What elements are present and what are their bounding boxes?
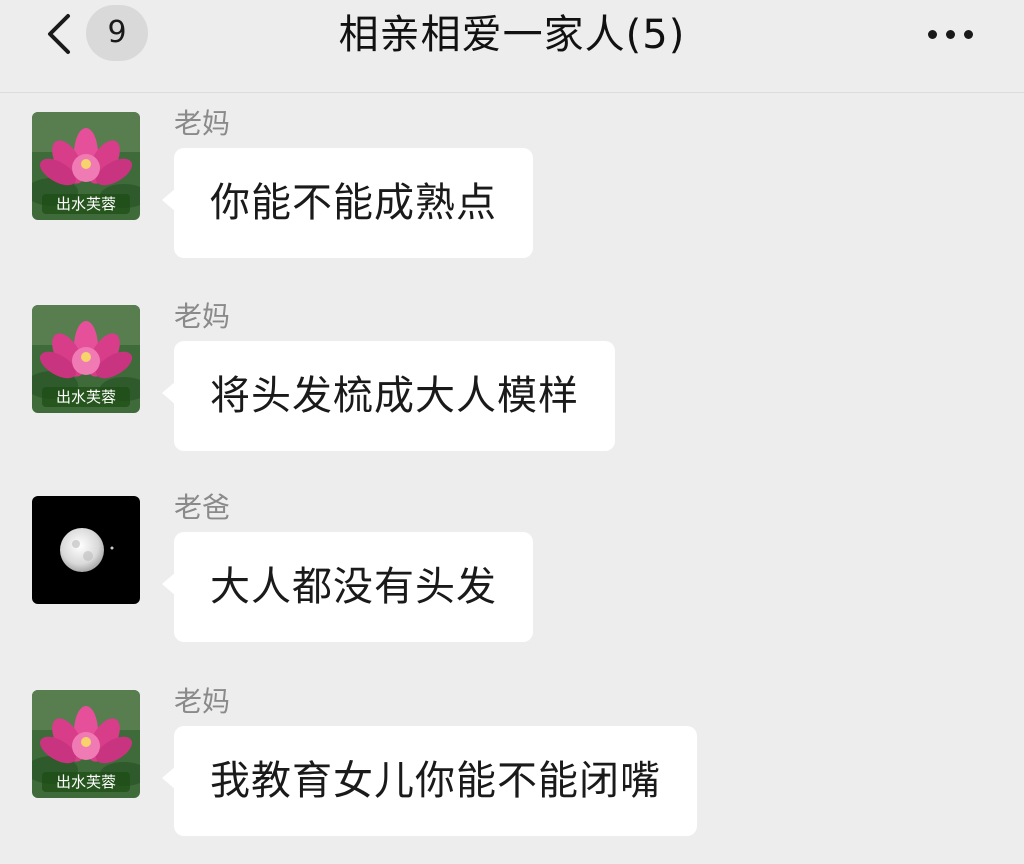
avatar-caption: 出水芙蓉	[55, 388, 116, 406]
message-bubble[interactable]: 我教育女儿你能不能闭嘴	[162, 726, 697, 836]
message-bubble[interactable]: 大人都没有头发	[162, 532, 533, 642]
message-row: 出水芙蓉 老妈 我教育女儿你能不能闭嘴	[0, 685, 1024, 860]
avatar-caption: 出水芙蓉	[55, 195, 116, 213]
more-options-button[interactable]	[918, 14, 982, 54]
sender-name: 老爸	[174, 491, 231, 524]
avatar-moon[interactable]	[32, 496, 140, 604]
more-dots-icon	[928, 30, 937, 39]
avatar-caption: 出水芙蓉	[55, 773, 116, 791]
back-button[interactable]	[38, 10, 82, 58]
chat-header: 9 相亲相爱一家人(5)	[0, 0, 1024, 93]
message-row: 出水芙蓉 老妈 你能不能成熟点	[0, 107, 1024, 282]
message-bubble[interactable]: 你能不能成熟点	[162, 148, 533, 258]
sender-name: 老妈	[174, 300, 231, 333]
chat-screen: 9 相亲相爱一家人(5) 出水芙蓉 老妈 你能不能成熟点 出水芙蓉 老妈 将头发…	[0, 0, 1024, 864]
message-row: 老爸 大人都没有头发	[0, 491, 1024, 666]
sender-name: 老妈	[174, 107, 231, 140]
chat-title: 相亲相爱一家人(5)	[338, 12, 686, 58]
moon-avatar-image	[32, 496, 140, 604]
avatar-lotus[interactable]: 出水芙蓉	[32, 112, 140, 220]
message-bubble[interactable]: 将头发梳成大人模样	[162, 341, 615, 451]
chevron-left-icon	[48, 14, 70, 54]
avatar-lotus[interactable]: 出水芙蓉	[32, 305, 140, 413]
unread-count-badge[interactable]: 9	[86, 5, 148, 61]
avatar-lotus[interactable]: 出水芙蓉	[32, 690, 140, 798]
message-row: 出水芙蓉 老妈 将头发梳成大人模样	[0, 300, 1024, 475]
sender-name: 老妈	[174, 685, 231, 718]
